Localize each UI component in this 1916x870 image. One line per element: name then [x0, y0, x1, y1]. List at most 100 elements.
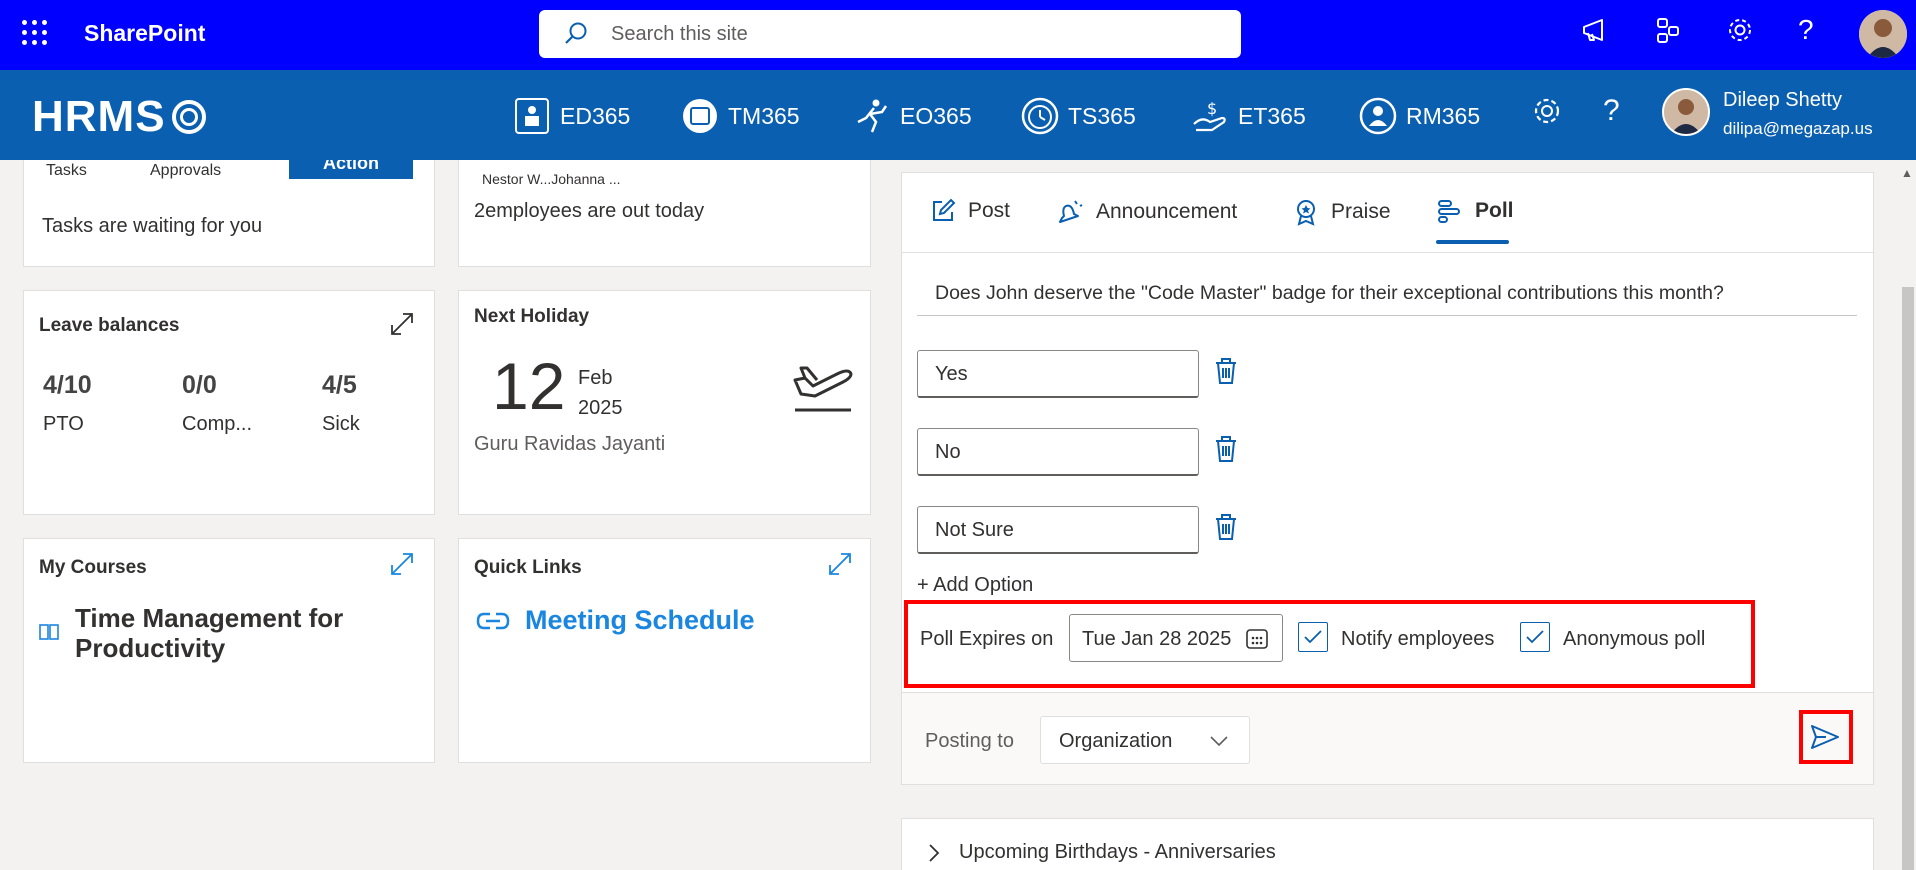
svg-text:$: $ — [1207, 99, 1217, 118]
book-icon — [39, 623, 59, 646]
hrms-help-icon[interactable]: ? — [1603, 94, 1620, 128]
edit-icon — [933, 198, 956, 221]
poll-option-input[interactable]: Not Sure — [917, 506, 1199, 554]
holiday-name: Guru Ravidas Jayanti — [474, 433, 666, 455]
tab-announcement[interactable]: Announcement — [1056, 198, 1237, 226]
holiday-month: Feb — [578, 367, 613, 389]
posting-to-value: Organization — [1059, 730, 1173, 752]
avatar[interactable] — [1859, 10, 1907, 58]
posting-to-dropdown[interactable]: Organization — [1040, 716, 1250, 764]
posting-to-label: Posting to — [925, 730, 1014, 752]
next-holiday-card: Next Holiday 12 Feb 2025 Guru Ravidas Ja… — [458, 290, 871, 515]
hrms-logo-text: HRMS — [32, 92, 166, 141]
holiday-title: Next Holiday — [474, 306, 590, 327]
expand-icon[interactable] — [827, 551, 853, 582]
tab-divider — [902, 252, 1873, 253]
bell-icon — [1059, 200, 1083, 223]
help-icon[interactable]: ? — [1798, 14, 1814, 46]
module-label: ED365 — [560, 102, 631, 129]
delete-option-icon[interactable] — [1213, 512, 1239, 547]
hrms-settings-icon[interactable] — [1530, 94, 1564, 128]
highlight-box-poll-settings — [904, 600, 1755, 688]
scroll-up-arrow-icon[interactable]: ▲ — [1901, 166, 1913, 180]
comp-value: 0/0 — [182, 371, 217, 399]
settings-gear-icon[interactable] — [1724, 14, 1756, 51]
award-ribbon-icon — [1297, 200, 1315, 226]
tab-post[interactable]: Post — [930, 198, 1010, 224]
holiday-year: 2025 — [578, 397, 623, 419]
question-underline — [917, 315, 1857, 316]
leave-balances-card: Leave balances 4/10 PTO 0/0 Comp... 4/5 … — [23, 290, 435, 515]
send-icon[interactable] — [1810, 724, 1840, 755]
sharepoint-title[interactable]: SharePoint — [84, 20, 205, 47]
meeting-schedule-link[interactable]: Meeting Schedule — [525, 605, 755, 636]
module-et365[interactable]: $ ET365 — [1188, 94, 1306, 138]
poll-bars-icon — [1438, 200, 1460, 223]
link-icon — [476, 609, 510, 638]
expense-hand-icon: $ — [1188, 94, 1232, 138]
calendar-clock-icon — [678, 94, 722, 138]
scrollbar-thumb[interactable] — [1902, 287, 1914, 870]
person-circle-icon — [1356, 94, 1400, 138]
leave-title: Leave balances — [39, 315, 180, 336]
sharepoint-top-bar: SharePoint Search this site ? — [0, 0, 1916, 70]
quick-links-title: Quick Links — [474, 557, 582, 578]
module-ed365[interactable]: ED365 — [510, 94, 630, 138]
action-button[interactable]: Action — [289, 160, 413, 179]
timer-icon — [1018, 94, 1062, 138]
active-tab-underline — [1436, 240, 1509, 244]
module-label: TM365 — [728, 102, 800, 129]
tab-label: Announcement — [1096, 200, 1238, 223]
search-icon — [565, 22, 587, 44]
tab-praise[interactable]: Praise — [1293, 198, 1391, 226]
course-title[interactable]: Time Management for Productivity — [75, 603, 395, 663]
add-option-button[interactable]: + Add Option — [917, 574, 1033, 597]
org-chart-icon — [510, 94, 554, 138]
courses-title: My Courses — [39, 557, 147, 578]
approvals-tab[interactable]: Approvals — [150, 162, 221, 180]
hrms-logo[interactable]: HRMS — [32, 92, 206, 142]
tasks-tab[interactable]: Tasks — [46, 162, 87, 180]
expand-icon[interactable] — [389, 551, 415, 582]
birthdays-anniversaries-card[interactable]: Upcoming Birthdays - Anniversaries — [901, 818, 1874, 870]
out-message: 2employees are out today — [474, 200, 705, 222]
chevron-down-icon — [1210, 736, 1228, 747]
module-rm365[interactable]: RM365 — [1356, 94, 1480, 138]
user-avatar[interactable] — [1662, 88, 1710, 136]
sick-value: 4/5 — [322, 371, 357, 399]
megaphone-icon[interactable] — [1580, 14, 1612, 51]
search-input[interactable]: Search this site — [539, 10, 1241, 58]
pto-value: 4/10 — [43, 371, 92, 399]
quick-links-card: Quick Links Meeting Schedule — [458, 538, 871, 763]
hrms-nav-bar: HRMS ED365 TM365 EO365 TS365 $ ET365 RM3… — [0, 70, 1916, 160]
module-label: EO365 — [900, 102, 972, 129]
module-tm365[interactable]: TM365 — [678, 94, 800, 138]
user-email: dilipa@megazap.us — [1723, 119, 1873, 138]
pto-label: PTO — [43, 413, 84, 435]
module-label: ET365 — [1238, 102, 1306, 129]
tab-label: Poll — [1475, 199, 1514, 222]
my-courses-card: My Courses Time Management for Productiv… — [23, 538, 435, 763]
expand-icon[interactable] — [389, 311, 415, 342]
holiday-day: 12 — [492, 349, 566, 423]
tasks-card: Tasks Approvals Action Tasks are waiting… — [23, 160, 435, 267]
logo-circle-icon — [171, 100, 206, 134]
tab-label: Praise — [1331, 200, 1391, 223]
comp-label: Comp... — [182, 413, 253, 435]
tab-label: Post — [968, 199, 1011, 222]
out-names: Nestor W...Johanna ... — [482, 171, 621, 187]
delete-option-icon[interactable] — [1213, 434, 1239, 469]
poll-option-input[interactable]: Yes — [917, 350, 1199, 398]
sick-label: Sick — [322, 413, 360, 435]
delete-option-icon[interactable] — [1213, 356, 1239, 391]
app-switch-icon[interactable] — [1652, 14, 1684, 51]
poll-question[interactable]: Does John deserve the "Code Master" badg… — [935, 282, 1724, 305]
app-launcher-icon[interactable] — [22, 20, 48, 46]
tasks-message: Tasks are waiting for you — [42, 215, 263, 237]
module-ts365[interactable]: TS365 — [1018, 94, 1136, 138]
poll-option-input[interactable]: No — [917, 428, 1199, 476]
module-label: TS365 — [1068, 102, 1136, 129]
module-eo365[interactable]: EO365 — [850, 94, 972, 138]
tab-poll[interactable]: Poll — [1437, 198, 1514, 224]
module-label: RM365 — [1406, 102, 1481, 129]
